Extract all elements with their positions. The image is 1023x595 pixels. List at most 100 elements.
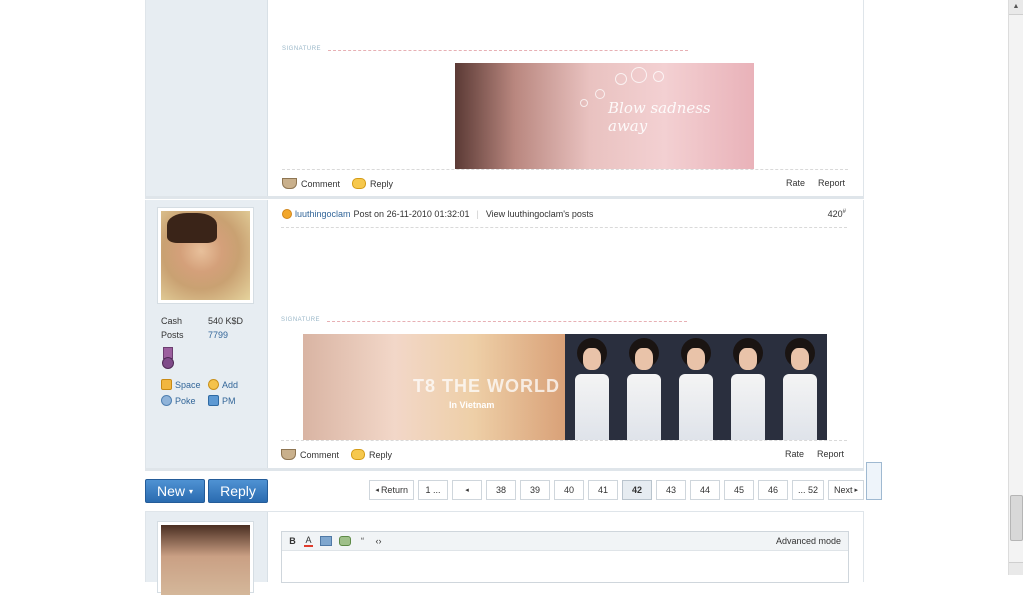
pager-first-page[interactable]: 1 ...	[417, 480, 448, 500]
add-friend-link[interactable]: Add	[208, 379, 238, 390]
link-icon[interactable]	[339, 536, 351, 546]
pager-page-44[interactable]: 44	[689, 480, 720, 500]
medal-icon[interactable]	[161, 347, 174, 369]
medal-coin	[162, 357, 174, 369]
avatar-hair	[167, 213, 217, 243]
comment-icon	[282, 178, 297, 189]
header-divider	[281, 227, 847, 228]
post-author-line: luuthingoclam Post on 26-11-2010 01:32:0…	[282, 209, 593, 219]
bubble-decoration	[631, 67, 647, 83]
scroll-down-arrow-icon[interactable]	[1009, 562, 1023, 575]
signature-divider	[327, 321, 687, 322]
advanced-mode-link[interactable]: Advanced mode	[776, 536, 841, 546]
dropdown-arrow-icon: ▾	[189, 486, 194, 496]
bubble-decoration	[615, 73, 627, 85]
signature-banner-left: T8 THE WORLD In Vietnam	[303, 334, 565, 440]
thread-toolbar: New ▾ Reply ◂ Return 1 ... ◂ 38 39 40 41 …	[145, 479, 864, 503]
pager-page-39[interactable]: 39	[519, 480, 550, 500]
post-date: Post on 26-11-2010 01:32:01	[353, 209, 470, 219]
reply-editor[interactable]: B A “ ‹› Advanced mode	[281, 531, 849, 583]
comment-icon	[281, 449, 296, 460]
signature-image: Blow sadness away	[455, 63, 754, 169]
post-1-body: SIGNATURE Blow sadness away Comment Repl…	[268, 0, 863, 196]
back-to-top-button[interactable]	[866, 462, 882, 500]
poke-icon	[161, 395, 172, 406]
bold-button[interactable]: B	[288, 536, 297, 546]
current-user-avatar[interactable]	[157, 521, 254, 595]
pager-page-43[interactable]: 43	[655, 480, 686, 500]
reply-icon	[352, 178, 366, 189]
arrow-right-icon: ▸	[854, 487, 858, 494]
signature-label: SIGNATURE	[281, 317, 321, 323]
pager-prev-button[interactable]: ◂	[451, 480, 482, 500]
mail-icon	[208, 395, 219, 406]
home-icon	[161, 379, 172, 390]
post-2-actions: Comment Reply Rate Report	[281, 449, 844, 463]
rate-link[interactable]: Rate	[786, 178, 805, 188]
actions-divider	[281, 440, 847, 441]
figure	[567, 334, 617, 440]
pager-page-46[interactable]: 46	[757, 480, 788, 500]
report-link[interactable]: Report	[817, 449, 844, 459]
pagination: ◂ Return 1 ... ◂ 38 39 40 41 42 43 44 45 …	[369, 480, 864, 500]
signature-subtitle: In Vietnam	[449, 400, 495, 410]
quote-icon[interactable]: “	[358, 536, 367, 546]
signature-banner-right	[565, 334, 827, 440]
separator: |	[476, 209, 479, 219]
post-1-actions: Comment Reply Rate Report	[282, 178, 845, 192]
pm-link[interactable]: PM	[208, 395, 236, 406]
signature-image: T8 THE WORLD In Vietnam	[303, 334, 827, 440]
avatar[interactable]	[157, 207, 254, 304]
pager-page-40[interactable]: 40	[553, 480, 584, 500]
page-scrollbar[interactable]: ▲	[1008, 0, 1023, 575]
new-thread-button[interactable]: New ▾	[145, 479, 205, 503]
stat-label-cash: Cash	[161, 316, 183, 326]
reply-button[interactable]: Reply	[208, 479, 268, 503]
author-name-link[interactable]: luuthingoclam	[295, 209, 351, 219]
bubble-decoration	[595, 89, 605, 99]
poke-link[interactable]: Poke	[161, 395, 196, 406]
pager-page-38[interactable]: 38	[485, 480, 516, 500]
pager-page-41[interactable]: 41	[587, 480, 618, 500]
post-1-user-sidebar	[146, 0, 268, 196]
pager-page-45[interactable]: 45	[723, 480, 754, 500]
font-color-button[interactable]: A	[304, 535, 313, 547]
signature-title: T8 THE WORLD	[413, 376, 560, 396]
reply-icon	[351, 449, 365, 460]
pager-return-button[interactable]: ◂ Return	[369, 480, 414, 500]
reply-link[interactable]: Reply	[351, 449, 392, 460]
space-link[interactable]: Space	[161, 379, 201, 390]
editor-toolbar: B A “ ‹›	[282, 532, 848, 551]
signature-text: Blow sadness away	[608, 99, 711, 135]
comment-button[interactable]: Comment	[281, 449, 339, 460]
actions-divider	[282, 169, 848, 170]
avatar-image	[161, 211, 250, 300]
figure	[723, 334, 773, 440]
scroll-thumb[interactable]	[1010, 495, 1023, 541]
pager-last-page[interactable]: ... 52	[791, 480, 824, 500]
post-1: SIGNATURE Blow sadness away Comment Repl…	[145, 0, 864, 199]
stat-value-cash: 540 K$D	[208, 316, 244, 326]
report-link[interactable]: Report	[818, 178, 845, 188]
stat-value-posts[interactable]: 7799	[208, 330, 228, 340]
pager-next-button[interactable]: Next ▸	[827, 480, 864, 500]
bubble-decoration	[653, 71, 664, 82]
arrow-left-icon: ◂	[465, 487, 469, 494]
avatar-image	[161, 525, 250, 595]
post-floor-number[interactable]: 420#	[828, 209, 846, 219]
figure	[775, 334, 825, 440]
online-status-icon	[282, 209, 292, 219]
image-icon[interactable]	[320, 536, 332, 546]
rate-link[interactable]: Rate	[785, 449, 804, 459]
scroll-up-arrow-icon[interactable]: ▲	[1009, 0, 1023, 15]
arrow-left-icon: ◂	[375, 487, 379, 494]
code-icon[interactable]: ‹›	[374, 536, 383, 546]
figure	[619, 334, 669, 440]
comment-button[interactable]: Comment	[282, 178, 340, 189]
view-posts-link[interactable]: View luuthingoclam's posts	[486, 209, 594, 219]
stat-label-posts: Posts	[161, 330, 184, 340]
figure	[671, 334, 721, 440]
bubble-decoration	[580, 99, 588, 107]
reply-link[interactable]: Reply	[352, 178, 393, 189]
add-friend-icon	[208, 379, 219, 390]
